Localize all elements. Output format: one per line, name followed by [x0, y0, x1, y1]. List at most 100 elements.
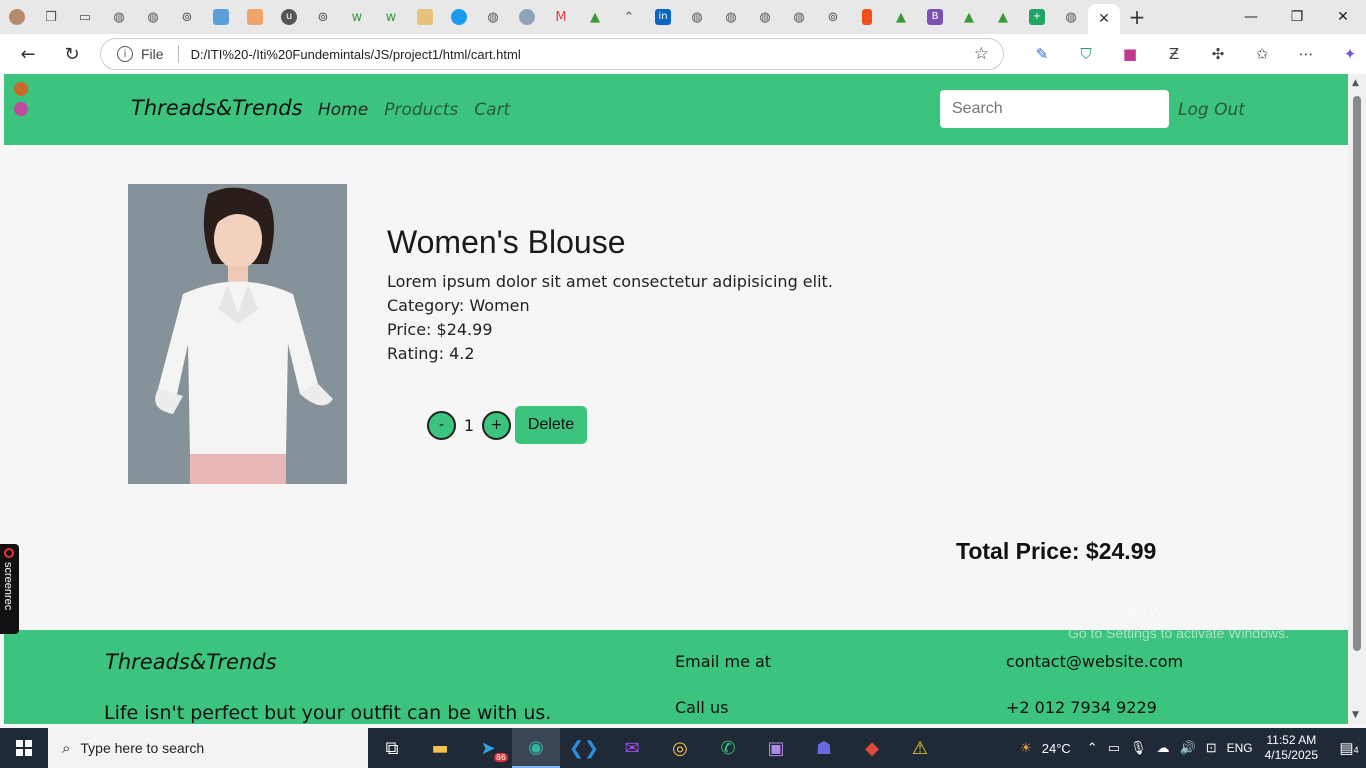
- network-icon[interactable]: ⊡: [1206, 740, 1217, 756]
- back-icon[interactable]: ←: [6, 34, 50, 74]
- logout-link[interactable]: Log Out: [1178, 100, 1245, 120]
- edge-icon[interactable]: ◉: [512, 728, 560, 768]
- scroll-thumb[interactable]: [1353, 96, 1361, 651]
- extension-z-icon[interactable]: Ƶ: [1152, 45, 1196, 63]
- screenrec-widget[interactable]: screenrec: [0, 544, 19, 634]
- new-tab-button[interactable]: +: [1120, 5, 1154, 29]
- microphone-icon[interactable]: 🎙: [1130, 740, 1147, 756]
- vscode-icon[interactable]: ❮❯: [560, 728, 608, 768]
- tab-image-icon[interactable]: [204, 0, 238, 34]
- info-icon[interactable]: i: [117, 46, 133, 62]
- site-footer: Threads&Trends Life isn't perfect but yo…: [4, 630, 1348, 724]
- window-controls: — ❐ ✕: [1228, 0, 1366, 34]
- tab-globe-icon[interactable]: ◍: [782, 0, 816, 34]
- profile-avatar-icon[interactable]: [0, 0, 34, 34]
- tab-drive-icon[interactable]: ▲: [884, 0, 918, 34]
- chevron-up-icon[interactable]: ⌃: [1087, 740, 1098, 756]
- tab-drive-icon[interactable]: ▲: [578, 0, 612, 34]
- volume-icon[interactable]: 🔊: [1180, 740, 1196, 756]
- minimize-icon[interactable]: —: [1228, 0, 1274, 34]
- teams-icon[interactable]: ☗: [800, 728, 848, 768]
- delete-button[interactable]: Delete: [515, 406, 587, 444]
- premiere-icon[interactable]: ▣: [752, 728, 800, 768]
- extension-shield-icon[interactable]: ⛉: [1064, 45, 1108, 63]
- product-price: Price: $24.99: [387, 320, 493, 339]
- workspaces-icon[interactable]: ❒: [34, 0, 68, 34]
- tab-settings-icon[interactable]: ⊚: [170, 0, 204, 34]
- notifications-icon[interactable]: ▤4: [1332, 739, 1366, 757]
- tab-globe-icon[interactable]: ◍: [714, 0, 748, 34]
- tab-bootstrap-icon[interactable]: B: [918, 0, 952, 34]
- tab-chevrons-icon[interactable]: ⌃: [612, 0, 646, 34]
- tab-settings-icon[interactable]: ⊚: [306, 0, 340, 34]
- tab-globe-icon[interactable]: ◍: [136, 0, 170, 34]
- tab-globe-icon[interactable]: ◍: [476, 0, 510, 34]
- battery-icon[interactable]: ▭: [1108, 740, 1120, 756]
- tab-wix-icon[interactable]: w: [340, 0, 374, 34]
- system-tray: ☀ 24°C ⌃ ▭ 🎙 ☁ 🔊 ⊡ ENG 11:52 AM 4/15/202…: [1020, 728, 1366, 768]
- page-scrollbar[interactable]: ▲ ▼: [1348, 74, 1366, 724]
- close-window-icon[interactable]: ✕: [1320, 0, 1366, 34]
- tab-sky-icon[interactable]: [442, 0, 476, 34]
- tab-drive-icon[interactable]: ▲: [952, 0, 986, 34]
- close-icon[interactable]: ✕: [1098, 11, 1110, 27]
- extensions-puzzle-icon[interactable]: ✣: [1196, 45, 1240, 63]
- clock[interactable]: 11:52 AM 4/15/2025: [1265, 733, 1318, 763]
- warning-icon[interactable]: ⚠: [896, 728, 944, 768]
- copilot-icon[interactable]: ✦: [1328, 45, 1366, 63]
- url-field[interactable]: i File D:/ITI%20-/Iti%20Fundemintals/JS/…: [100, 38, 1004, 70]
- active-tab-close-button[interactable]: ✕: [1088, 4, 1120, 34]
- tab-globe-icon[interactable]: ◍: [748, 0, 782, 34]
- tab-actions-icon[interactable]: ▭: [68, 0, 102, 34]
- favorites-icon[interactable]: ✩: [1240, 45, 1284, 63]
- record-icon[interactable]: [4, 548, 14, 558]
- tab-sheets-icon[interactable]: +: [1020, 0, 1054, 34]
- extension-pink-icon[interactable]: ■: [1108, 45, 1152, 63]
- file-explorer-icon[interactable]: ▬: [416, 728, 464, 768]
- tab-settings-icon[interactable]: ⊚: [816, 0, 850, 34]
- increase-quantity-button[interactable]: +: [482, 410, 511, 440]
- telegram-icon[interactable]: ➤ 86: [464, 728, 512, 768]
- tab-globe-icon[interactable]: ◍: [680, 0, 714, 34]
- scroll-down-icon[interactable]: ▼: [1352, 710, 1359, 720]
- more-menu-icon[interactable]: ⋯: [1284, 45, 1328, 63]
- temperature[interactable]: 24°C: [1042, 741, 1071, 756]
- tab-orange-icon[interactable]: [238, 0, 272, 34]
- scroll-up-icon[interactable]: ▲: [1352, 78, 1359, 88]
- date: 4/15/2025: [1264, 748, 1318, 762]
- tab-slides-icon[interactable]: [408, 0, 442, 34]
- tab-globe-icon[interactable]: ◍: [1054, 0, 1088, 34]
- nav-home-link[interactable]: Home: [318, 100, 368, 120]
- start-button[interactable]: [0, 728, 48, 768]
- cloud-icon[interactable]: ☁: [1157, 740, 1170, 756]
- footer-phone[interactable]: +2 012 7934 9229: [1006, 698, 1157, 717]
- language-indicator[interactable]: ENG: [1227, 741, 1253, 755]
- reload-icon[interactable]: ↻: [50, 34, 94, 74]
- taskbar-search[interactable]: ⌕ Type here to search: [48, 728, 368, 768]
- footer-email[interactable]: contact@website.com: [1006, 652, 1183, 671]
- url-text[interactable]: D:/ITI%20-/Iti%20Fundemintals/JS/project…: [191, 47, 521, 62]
- whatsapp-icon[interactable]: ✆: [704, 728, 752, 768]
- task-view-icon[interactable]: ⧉: [368, 728, 416, 768]
- nav-products-link[interactable]: Products: [384, 100, 458, 120]
- tab-globe-icon[interactable]: ◍: [102, 0, 136, 34]
- tab-photo-icon[interactable]: [510, 0, 544, 34]
- tab-wix-icon[interactable]: w: [374, 0, 408, 34]
- chrome-icon[interactable]: ◎: [656, 728, 704, 768]
- nav-cart-link[interactable]: Cart: [474, 100, 510, 120]
- office-icon[interactable]: ◆: [848, 728, 896, 768]
- tab-drive-icon[interactable]: ▲: [986, 0, 1020, 34]
- maximize-icon[interactable]: ❐: [1274, 0, 1320, 34]
- site-brand[interactable]: Threads&Trends: [131, 96, 303, 120]
- tab-figma-icon[interactable]: [850, 0, 884, 34]
- messenger-icon[interactable]: ✉: [608, 728, 656, 768]
- tab-gmail-icon[interactable]: M: [544, 0, 578, 34]
- activate-windows-title: Activate Windows: [1096, 603, 1207, 619]
- decrease-quantity-button[interactable]: -: [427, 410, 456, 440]
- favorite-star-icon[interactable]: ☆: [974, 44, 989, 64]
- extension-pen-icon[interactable]: ✎: [1020, 45, 1064, 63]
- tab-upwork-icon[interactable]: u: [272, 0, 306, 34]
- weather-icon[interactable]: ☀: [1020, 740, 1032, 756]
- tab-linkedin-icon[interactable]: in: [646, 0, 680, 34]
- search-input[interactable]: [940, 90, 1169, 128]
